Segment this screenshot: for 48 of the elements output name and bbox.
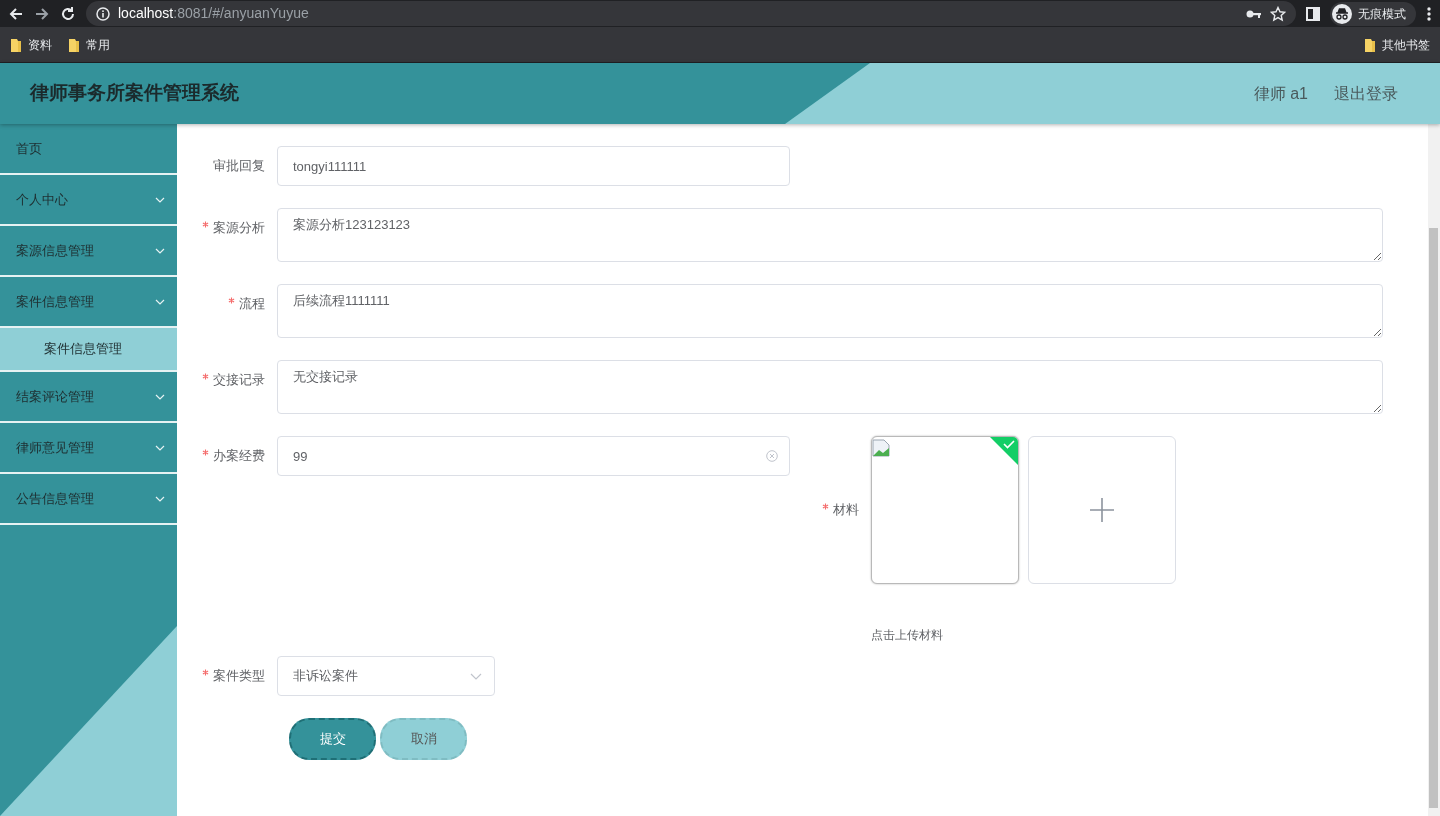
select-field[interactable]: 非诉讼案件 bbox=[277, 656, 495, 696]
side-panel-icon[interactable] bbox=[1306, 6, 1320, 21]
folder-icon bbox=[10, 37, 22, 52]
field-label: 流程 bbox=[239, 296, 265, 311]
bookmark-link[interactable]: 常用 bbox=[86, 35, 110, 54]
address-bar[interactable]: localhost:8081/#/anyuanYuyue bbox=[86, 1, 1296, 26]
field-label: 材料 bbox=[833, 502, 859, 517]
back-icon[interactable] bbox=[8, 5, 24, 22]
app-title: 律师事务所案件管理系统 bbox=[30, 81, 239, 106]
chevron-down-icon bbox=[155, 444, 165, 451]
text-area[interactable]: 后续流程1111111 bbox=[277, 284, 1383, 338]
chevron-down-icon bbox=[155, 393, 165, 400]
bookmark-link[interactable]: 其他书签 bbox=[1382, 35, 1430, 54]
chevron-down-icon bbox=[470, 672, 482, 680]
forward-icon[interactable] bbox=[34, 5, 50, 22]
star-icon[interactable] bbox=[1270, 5, 1286, 22]
key-icon[interactable] bbox=[1246, 8, 1262, 19]
incognito-icon bbox=[1332, 3, 1352, 24]
folder-icon bbox=[68, 37, 80, 52]
scrollbar-thumb[interactable] bbox=[1429, 228, 1438, 808]
field-label: 交接记录 bbox=[213, 372, 265, 387]
chevron-down-icon bbox=[155, 495, 165, 502]
info-icon[interactable] bbox=[96, 6, 110, 21]
chevron-down-icon bbox=[155, 298, 165, 305]
text-area[interactable]: 无交接记录 bbox=[277, 360, 1383, 414]
logout-link[interactable]: 退出登录 bbox=[1334, 81, 1398, 106]
field-label: 办案经费 bbox=[213, 448, 265, 463]
broken-image-icon bbox=[872, 438, 890, 457]
submit-button[interactable]: 提交 bbox=[289, 718, 376, 760]
more-icon[interactable] bbox=[1426, 5, 1432, 22]
reload-icon[interactable] bbox=[60, 5, 76, 22]
chevron-down-icon bbox=[155, 196, 165, 203]
upload-hint: 点击上传材料 bbox=[871, 627, 944, 644]
bookmark-link[interactable]: 资料 bbox=[28, 35, 52, 54]
incognito-profile[interactable]: 无痕模式 bbox=[1330, 1, 1416, 26]
folder-icon bbox=[1364, 37, 1376, 52]
cancel-button[interactable]: 取消 bbox=[380, 718, 467, 760]
field-label: 审批回复 bbox=[213, 158, 265, 173]
input-field[interactable]: 99 bbox=[277, 436, 790, 476]
url-text: localhost:8081/#/anyuanYuyue bbox=[118, 4, 309, 23]
submenu-item[interactable]: 案件信息管理 bbox=[0, 328, 177, 372]
user-name: 律师 a1 bbox=[1253, 83, 1308, 104]
text-area[interactable]: 案源分析123123123 bbox=[277, 208, 1383, 262]
field-label: 案源分析 bbox=[213, 220, 265, 235]
chevron-down-icon bbox=[155, 247, 165, 254]
plus-icon bbox=[1089, 497, 1115, 523]
field-label: 案件类型 bbox=[213, 668, 265, 683]
input-field[interactable]: tongyi111111 bbox=[277, 146, 790, 186]
